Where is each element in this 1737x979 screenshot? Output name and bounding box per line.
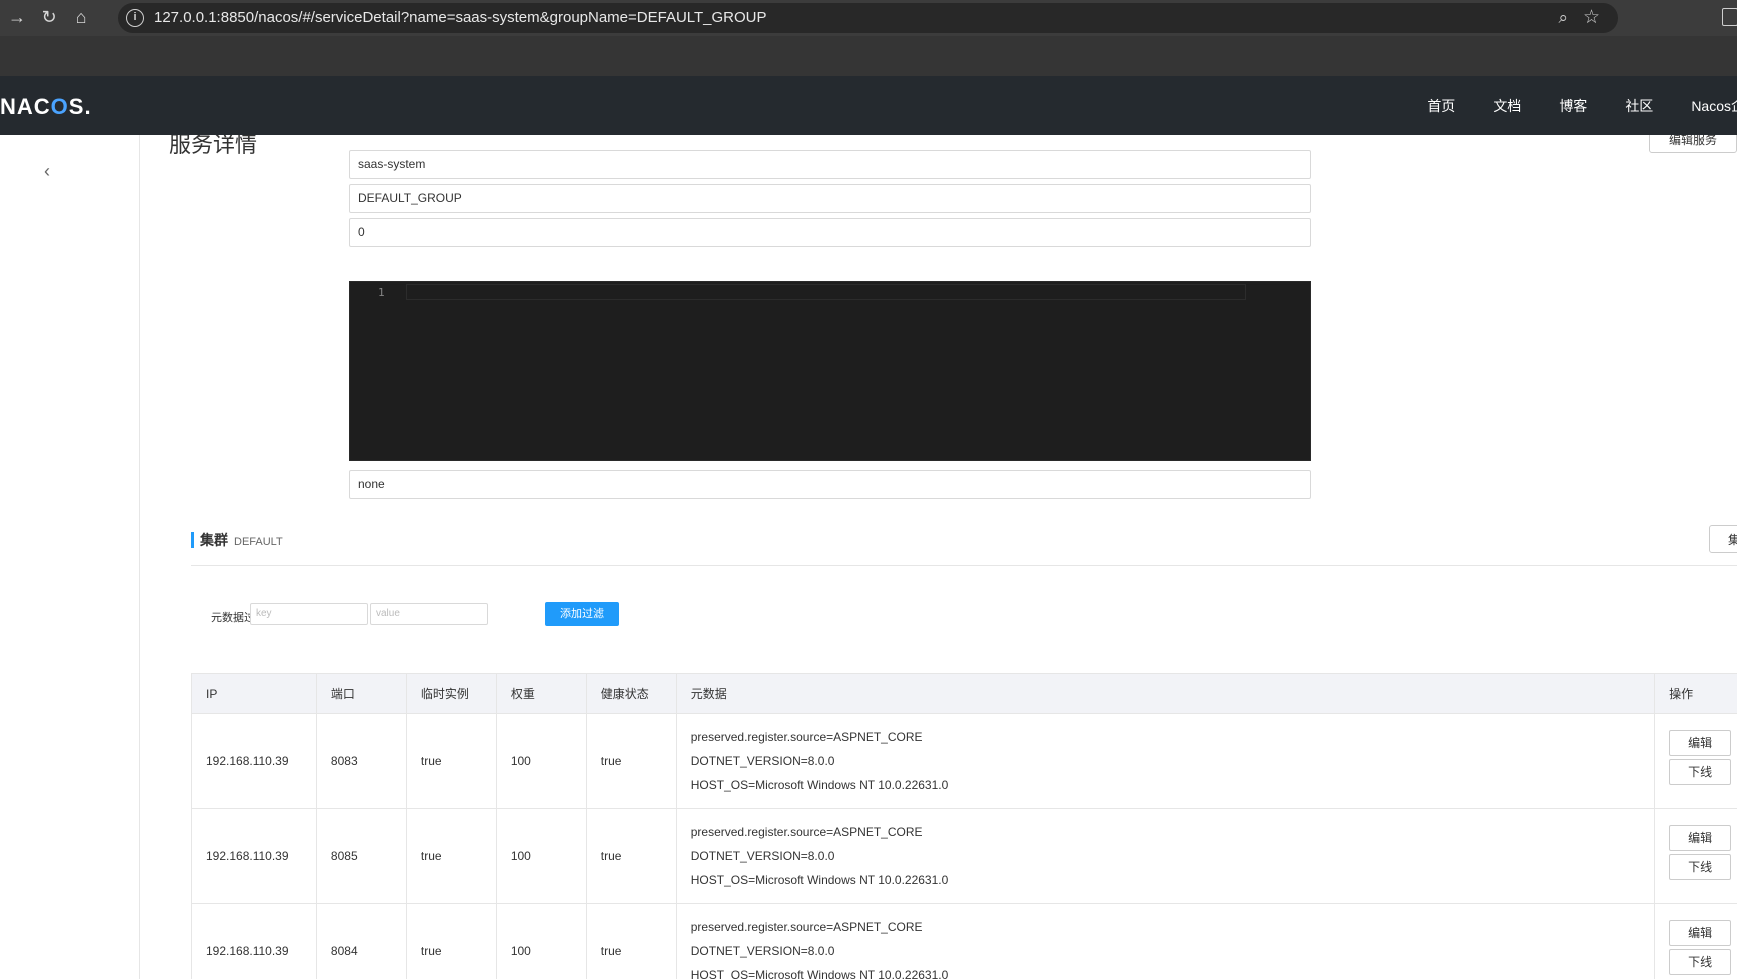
header-health: 健康状态	[586, 674, 677, 714]
edit-instance-button[interactable]: 编辑	[1669, 825, 1732, 851]
address-bar[interactable]: i 127.0.0.1:8850/nacos/#/serviceDetail?n…	[118, 3, 1618, 33]
table-header: IP 端口 临时实例 权重 健康状态 元数据 操作	[192, 674, 1737, 714]
metadata-line: HOST_OS=Microsoft Windows NT 10.0.22631.…	[690, 873, 949, 887]
cluster-name: DEFAULT	[234, 536, 283, 548]
instance-table: IP 端口 临时实例 权重 健康状态 元数据 操作 192.168.110.39…	[191, 673, 1737, 979]
header-ip: IP	[192, 674, 317, 714]
nav-community[interactable]: 社区	[1625, 96, 1653, 116]
cluster-heading: 集群	[200, 532, 228, 548]
table-row: 192.168.110.39 8083 true 100 true preser…	[192, 714, 1737, 809]
cell-port: 8085	[316, 809, 407, 904]
offline-instance-button[interactable]: 下线	[1669, 949, 1732, 975]
cell-metadata: preserved.register.source=ASPNET_CORE DO…	[676, 809, 1656, 904]
forward-icon[interactable]: →	[6, 6, 28, 28]
offline-instance-button[interactable]: 下线	[1669, 854, 1732, 880]
nav-docs[interactable]: 文档	[1493, 96, 1521, 116]
metadata-line: DOTNET_VERSION=8.0.0	[690, 754, 835, 768]
cell-ip: 192.168.110.39	[192, 714, 317, 809]
table-row: 192.168.110.39 8084 true 100 true preser…	[192, 904, 1737, 979]
metadata-line: preserved.register.source=ASPNET_CORE	[690, 920, 923, 934]
cell-metadata: preserved.register.source=ASPNET_CORE DO…	[677, 904, 1656, 979]
metadata-line: HOST_OS=Microsoft Windows NT 10.0.22631.…	[690, 778, 949, 792]
cell-port: 8084	[317, 904, 407, 979]
nav-home[interactable]: 首页	[1427, 96, 1455, 116]
chevron-left-icon[interactable]: ‹	[44, 161, 50, 182]
top-nav: 首页 文档 博客 社区 Nacos企	[1389, 96, 1737, 116]
url-text[interactable]: 127.0.0.1:8850/nacos/#/serviceDetail?nam…	[154, 9, 767, 26]
table-row: 192.168.110.39 8085 true 100 true preser…	[192, 809, 1737, 904]
cell-port: 8083	[316, 714, 407, 809]
app-header: NACOS. 首页 文档 博客 社区 Nacos企	[0, 76, 1737, 135]
threshold-input[interactable]: 0	[349, 218, 1311, 247]
info-icon[interactable]: i	[126, 9, 144, 27]
header-ephemeral: 临时实例	[406, 674, 497, 714]
edit-instance-button[interactable]: 编辑	[1669, 920, 1732, 946]
home-icon[interactable]: ⌂	[70, 6, 92, 28]
cell-ip: 192.168.110.39	[192, 904, 317, 979]
edit-instance-button[interactable]: 编辑	[1669, 730, 1732, 756]
add-filter-button[interactable]: 添加过滤	[545, 602, 619, 626]
cell-health: true	[586, 809, 677, 904]
page-title: 服务详情	[169, 135, 258, 157]
divider	[191, 565, 1737, 566]
header-metadata: 元数据	[676, 674, 1656, 714]
metadata-line: DOTNET_VERSION=8.0.0	[690, 849, 835, 863]
offline-instance-button[interactable]: 下线	[1669, 759, 1732, 785]
zoom-icon[interactable]: ⌕	[1558, 8, 1568, 28]
metadata-line: preserved.register.source=ASPNET_CORE	[690, 825, 923, 839]
star-icon[interactable]: ☆	[1583, 6, 1600, 29]
cell-ephemeral: true	[406, 809, 497, 904]
selector-input[interactable]: none	[349, 470, 1311, 499]
cell-weight: 100	[496, 714, 587, 809]
group-input[interactable]: DEFAULT_GROUP	[349, 184, 1311, 213]
header-port: 端口	[316, 674, 407, 714]
cell-operations: 编辑 下线	[1655, 714, 1737, 809]
metadata-line: preserved.register.source=ASPNET_CORE	[690, 730, 923, 744]
edit-service-button[interactable]: 编辑服务	[1649, 135, 1737, 153]
cell-ephemeral: true	[406, 714, 497, 809]
metadata-line: HOST_OS=Microsoft Windows NT 10.0.22631.…	[690, 968, 949, 979]
reload-icon[interactable]: ↻	[38, 6, 60, 28]
browser-strip	[0, 36, 1737, 76]
nacos-logo[interactable]: NACOS.	[0, 94, 92, 120]
cell-weight: 100	[496, 809, 587, 904]
service-detail-main: 服务详情 编辑服务 服务名 saas-system 分组 DEFAULT_GRO…	[141, 135, 1737, 979]
header-operations: 操作	[1655, 674, 1737, 714]
browser-toolbar: → ↻ ⌂ i 127.0.0.1:8850/nacos/#/serviceDe…	[0, 0, 1737, 36]
cell-weight: 100	[497, 904, 587, 979]
metadata-line: DOTNET_VERSION=8.0.0	[690, 944, 835, 958]
filter-key-input[interactable]: key	[250, 603, 368, 625]
nav-enterprise[interactable]: Nacos企	[1691, 96, 1737, 116]
cell-ephemeral: true	[407, 904, 497, 979]
filter-value-input[interactable]: value	[370, 603, 488, 625]
editor-line-number: 1	[378, 286, 385, 299]
extensions-icon[interactable]	[1722, 8, 1737, 26]
cell-health: true	[587, 904, 677, 979]
nav-blog[interactable]: 博客	[1559, 96, 1587, 116]
cell-ip: 192.168.110.39	[192, 809, 317, 904]
cell-metadata: preserved.register.source=ASPNET_CORE DO…	[676, 714, 1656, 809]
metadata-editor[interactable]: 1	[349, 281, 1311, 461]
cell-operations: 编辑 下线	[1655, 904, 1737, 979]
cluster-title: 集群 DEFAULT	[191, 532, 283, 548]
editor-current-line	[406, 284, 1246, 300]
service-name-input[interactable]: saas-system	[349, 150, 1311, 179]
header-weight: 权重	[496, 674, 587, 714]
cell-operations: 编辑 下线	[1655, 809, 1737, 904]
sidebar: ‹	[0, 135, 140, 979]
cluster-config-button[interactable]: 集	[1709, 525, 1737, 553]
cell-health: true	[586, 714, 677, 809]
